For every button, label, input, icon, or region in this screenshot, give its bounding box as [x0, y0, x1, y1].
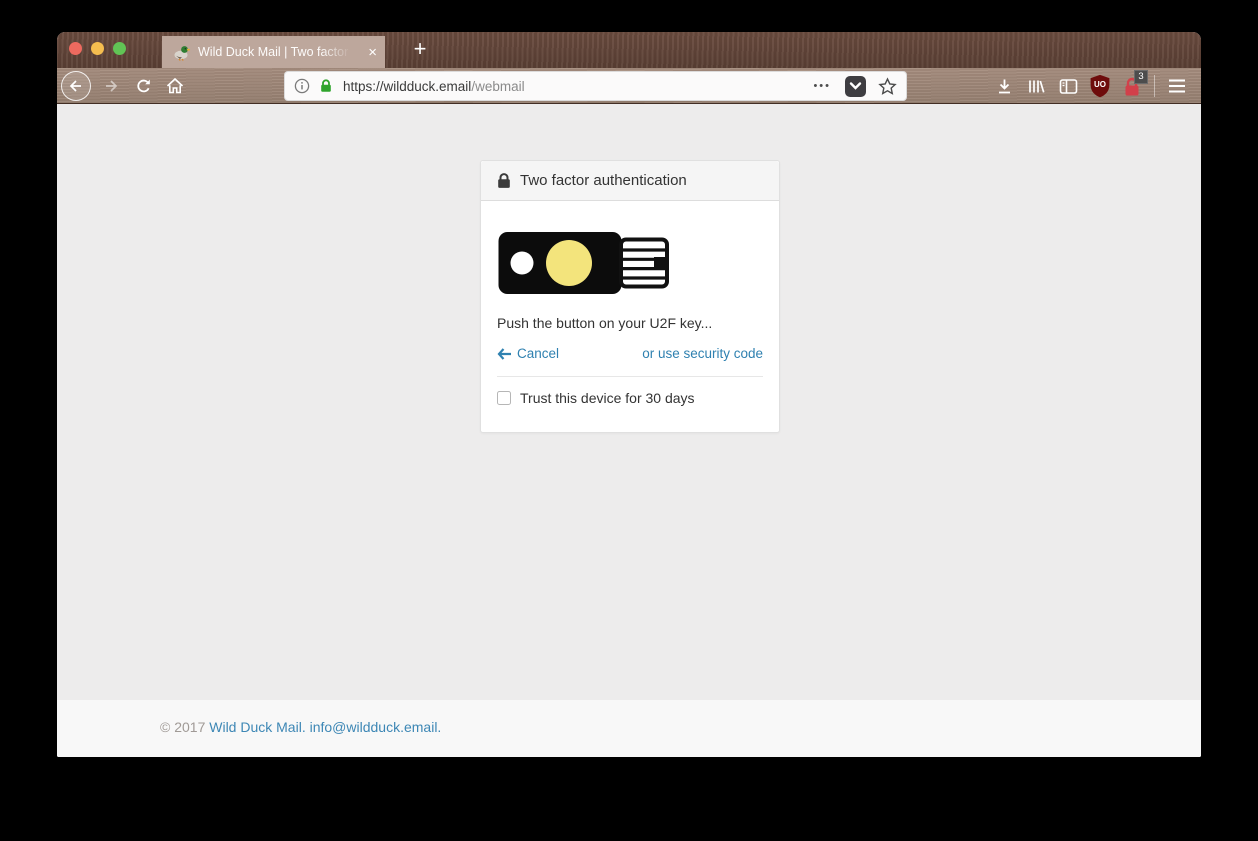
url-host: https://wildduck.email [343, 79, 471, 94]
page-info-icon[interactable] [294, 78, 310, 94]
ublock-origin-button[interactable]: UO [1084, 68, 1116, 104]
pocket-icon[interactable] [845, 76, 866, 97]
window-zoom-button[interactable] [113, 42, 126, 55]
contact-email-link[interactable]: info@wildduck.email. [310, 719, 442, 735]
extension-badge-count: 3 [1134, 70, 1148, 84]
library-icon [1027, 78, 1045, 95]
download-icon [996, 78, 1013, 95]
card-header: Two factor authentication [481, 161, 779, 201]
u2f-key-illustration [497, 226, 673, 300]
card-body: Push the button on your U2F key... Cance… [481, 201, 779, 432]
reload-icon [135, 78, 152, 95]
bookmark-star-icon[interactable] [878, 77, 897, 96]
https-lock-icon[interactable] [318, 78, 334, 94]
webpage-content: Two factor authentication Push the butto… [57, 104, 1201, 757]
desktop-background: Wild Duck Mail | Two factor auth × + [0, 0, 1258, 841]
ublock-shield-icon: UO [1089, 74, 1111, 98]
toolbar-right-cluster: UO 3 [988, 68, 1193, 104]
reload-button[interactable] [131, 71, 155, 101]
trust-device-label[interactable]: Trust this device for 30 days [520, 390, 695, 406]
card-divider [497, 376, 763, 377]
home-button[interactable] [163, 71, 187, 101]
security-code-link[interactable]: or use security code [642, 346, 763, 361]
titlebar: Wild Duck Mail | Two factor auth × + [57, 32, 1201, 68]
trust-device-checkbox[interactable] [497, 391, 511, 405]
page-actions-icon[interactable]: ••• [813, 80, 831, 92]
brand-link[interactable]: Wild Duck Mail. [209, 719, 305, 735]
cancel-label: Cancel [517, 346, 559, 361]
library-button[interactable] [1020, 68, 1052, 104]
back-button[interactable] [61, 71, 91, 101]
card-title: Two factor authentication [520, 172, 687, 189]
sidebar-toggle-button[interactable] [1052, 68, 1084, 104]
cancel-link[interactable]: Cancel [497, 346, 559, 361]
page-footer: © 2017 Wild Duck Mail. info@wildduck.ema… [57, 700, 1201, 757]
browser-tab[interactable]: Wild Duck Mail | Two factor auth × [162, 36, 385, 68]
forward-arrow-icon [103, 78, 119, 94]
left-arrow-icon [497, 348, 512, 360]
privacy-locker-button[interactable]: 3 [1116, 68, 1148, 104]
url-path: /webmail [471, 79, 524, 94]
window-close-button[interactable] [69, 42, 82, 55]
forward-button[interactable] [99, 71, 123, 101]
browser-window: Wild Duck Mail | Two factor auth × + [57, 32, 1201, 757]
toolbar-separator [1154, 75, 1155, 97]
copyright-text: © 2017 [160, 719, 205, 735]
menu-button[interactable] [1161, 68, 1193, 104]
url-bar[interactable]: https://wildduck.email/webmail ••• [284, 71, 907, 101]
url-text: https://wildduck.email/webmail [343, 79, 525, 94]
downloads-button[interactable] [988, 68, 1020, 104]
back-arrow-icon [68, 78, 84, 94]
links-row: Cancel or use security code [497, 346, 763, 361]
duck-favicon-icon [173, 44, 190, 61]
ublock-label: UO [1094, 80, 1106, 89]
lock-icon [497, 173, 511, 189]
window-minimize-button[interactable] [91, 42, 104, 55]
trust-device-row: Trust this device for 30 days [497, 390, 763, 412]
two-factor-card: Two factor authentication Push the butto… [480, 160, 780, 433]
sidebar-icon [1059, 78, 1078, 95]
navigation-toolbar: https://wildduck.email/webmail ••• [57, 68, 1201, 104]
tab-close-icon[interactable]: × [368, 45, 377, 60]
instruction-text: Push the button on your U2F key... [497, 315, 763, 331]
new-tab-button[interactable]: + [403, 34, 437, 66]
home-icon [166, 77, 184, 95]
hamburger-icon [1168, 79, 1186, 93]
tab-title: Wild Duck Mail | Two factor auth [198, 45, 356, 59]
